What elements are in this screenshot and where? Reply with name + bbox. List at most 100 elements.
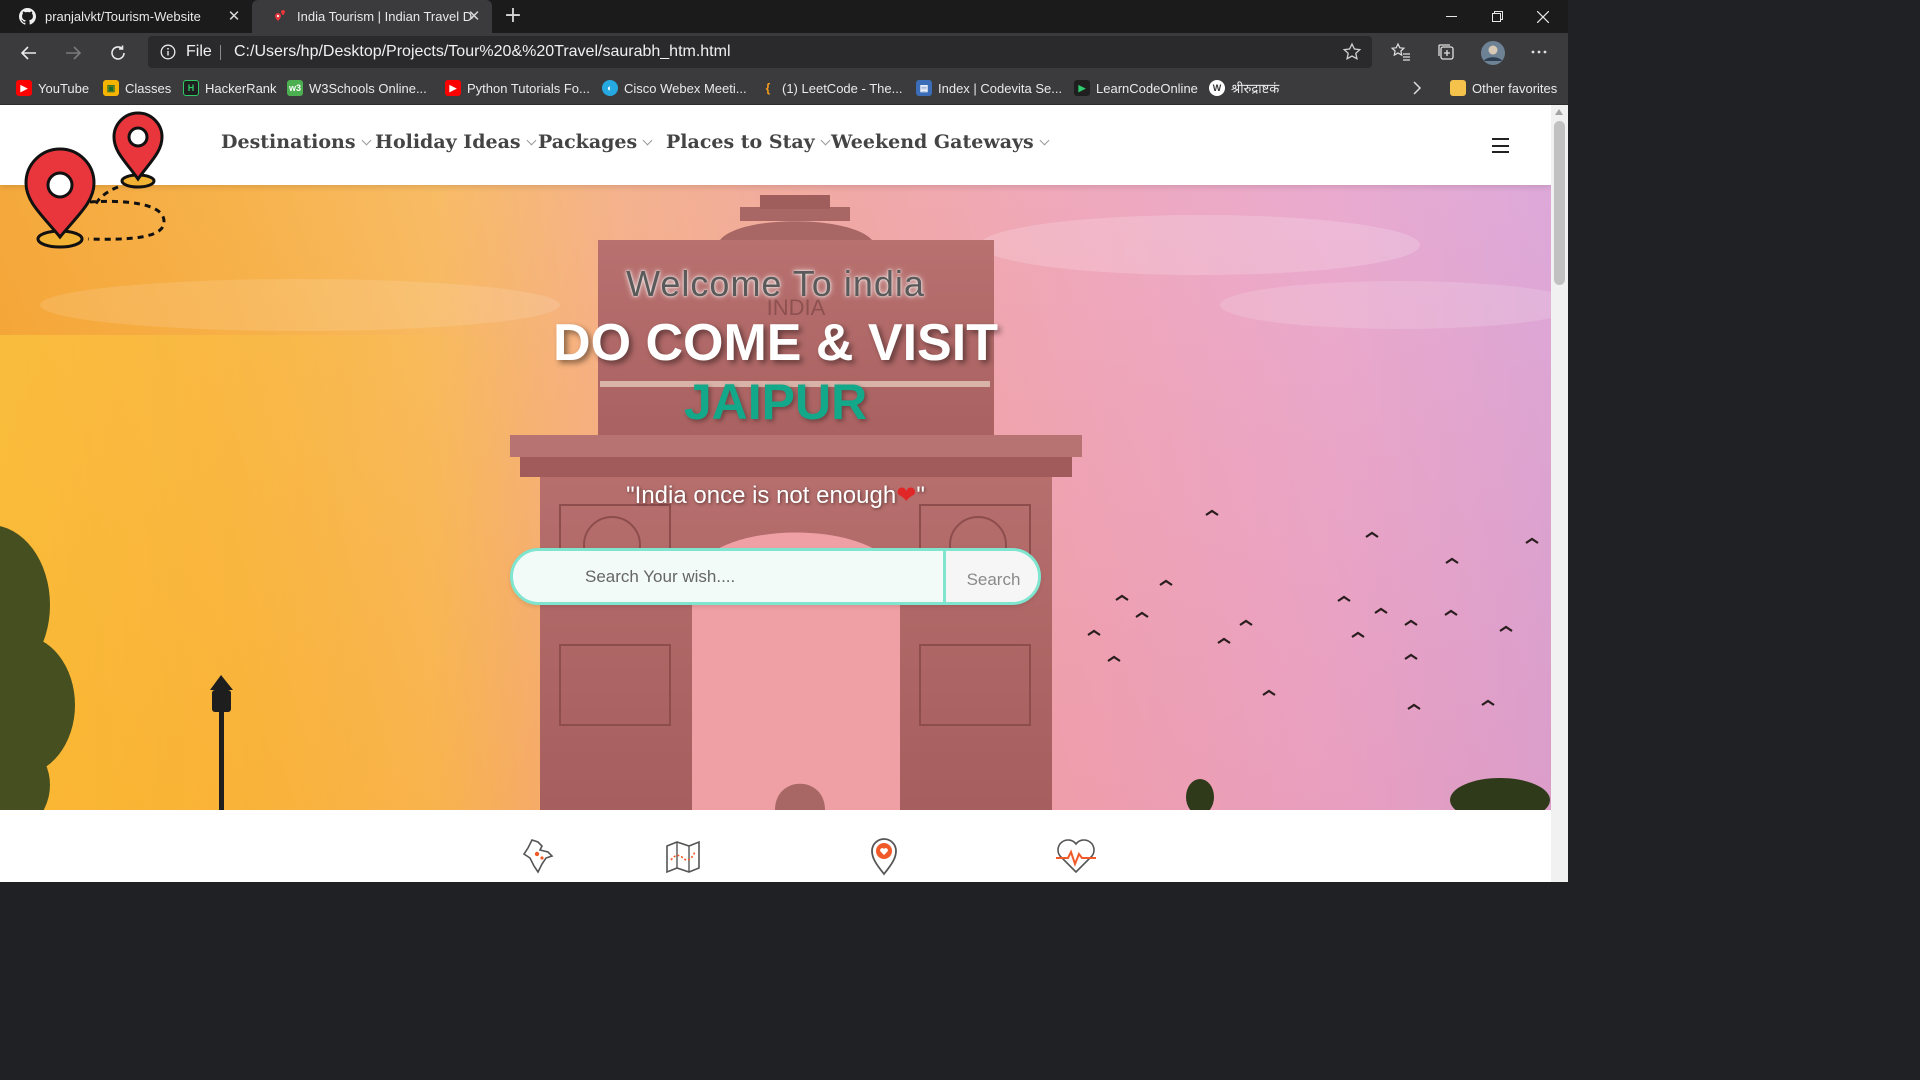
hero-quote: "India once is not enough❤" <box>0 481 1551 510</box>
bookmark-label: LearnCodeOnline <box>1096 80 1198 96</box>
webex-icon: ◐ <box>602 80 618 96</box>
chevron-down-icon <box>820 135 831 145</box>
back-icon[interactable] <box>14 38 44 68</box>
classroom-icon: ▣ <box>103 80 119 96</box>
w3schools-icon: w3 <box>287 80 303 96</box>
hero-city: JAIPUR <box>683 374 868 430</box>
add-favorite-icon[interactable] <box>1342 42 1362 62</box>
bookmark-label: Cisco Webex Meeti... <box>624 80 747 96</box>
hackerrank-icon: H <box>183 80 199 96</box>
youtube-icon: ▶ <box>16 80 32 96</box>
chevron-down-icon <box>642 135 653 145</box>
leetcode-icon: { <box>765 81 771 95</box>
nav-packages[interactable]: Packages <box>538 131 653 153</box>
minimize-icon[interactable] <box>1428 0 1474 33</box>
search-input[interactable] <box>513 551 943 602</box>
more-options-icon[interactable] <box>1528 41 1550 63</box>
scheme-label: File <box>186 43 212 60</box>
folder-icon <box>1450 80 1466 96</box>
bookmark-label: Other favorites <box>1472 80 1558 96</box>
bookmark-label: W3Schools Online... <box>309 80 427 96</box>
site-navbar: Destinations Holiday Ideas Packages Plac… <box>0 105 1551 185</box>
new-tab-icon[interactable]: + <box>500 3 526 29</box>
tab-strip: pranjalvkt/Tourism-Website ✕ India Touri… <box>0 0 1568 33</box>
bookmark-label: YouTube <box>38 80 90 96</box>
india-map-icon[interactable] <box>518 836 562 876</box>
bookmark-python-tutorials[interactable]: ▶ Python Tutorials Fo... <box>445 78 590 98</box>
bookmark-learncodeonline[interactable]: ▶ LearnCodeOnline <box>1074 78 1198 98</box>
map-pin-icon <box>270 8 288 26</box>
bookmark-youtube[interactable]: ▶ YouTube <box>16 78 89 98</box>
learncodeonline-icon: ▶ <box>1074 80 1090 96</box>
info-icon[interactable] <box>160 44 176 60</box>
feature-icons-strip <box>0 810 1551 882</box>
bookmarks-bar: ▶ YouTube ▣ Classes H HackerRank w3 W3Sc… <box>0 72 1568 105</box>
bookmark-classes[interactable]: ▣ Classes <box>103 78 171 98</box>
bookmark-label: श्रीरुद्राष्टकं <box>1231 82 1280 97</box>
scroll-up-arrow-icon[interactable] <box>1555 109 1563 115</box>
browser-toolbar: File C:/Users/hp/Desktop/Projects/Tour%2… <box>0 33 1568 72</box>
profile-avatar-icon[interactable] <box>1480 40 1506 66</box>
bookmark-label: (1) LeetCode - The... <box>782 80 903 96</box>
quote-text: "India once is not enough <box>626 482 897 509</box>
collections-icon[interactable] <box>1435 41 1457 63</box>
bookmark-hackerrank[interactable]: H HackerRank <box>183 78 277 98</box>
bookmark-codevita[interactable]: ▤ Index | Codevita Se... <box>916 78 1062 98</box>
hero-title: DO COME & VISIT <box>553 314 998 372</box>
search-button[interactable]: Search <box>943 551 1038 602</box>
nav-label: Destinations <box>221 131 356 153</box>
bookmark-label: Python Tutorials Fo... <box>467 80 590 96</box>
forward-icon[interactable] <box>58 38 88 68</box>
heart-icon: ❤ <box>896 481 917 509</box>
nav-places-to-stay[interactable]: Places to Stay <box>666 131 831 153</box>
chevron-down-icon <box>1039 135 1050 145</box>
site-logo[interactable] <box>20 107 170 253</box>
url-text[interactable]: C:/Users/hp/Desktop/Projects/Tour%20&%20… <box>234 43 731 61</box>
other-favorites[interactable]: Other favorites <box>1450 78 1557 98</box>
tab-title: India Tourism | Indian Travel Dest <box>297 9 473 24</box>
tab-title: pranjalvkt/Tourism-Website <box>45 9 201 24</box>
hero-welcome-text: Welcome To india <box>626 263 925 304</box>
nav-holiday-ideas[interactable]: Holiday Ideas <box>375 131 537 153</box>
location-heart-icon[interactable] <box>864 836 908 876</box>
divider <box>220 45 221 60</box>
tab-github[interactable]: pranjalvkt/Tourism-Website ✕ <box>0 0 252 33</box>
nav-label: Holiday Ideas <box>375 131 521 153</box>
scrollbar-thumb[interactable] <box>1554 121 1565 285</box>
bookmark-leetcode[interactable]: { (1) LeetCode - The... <box>760 78 903 98</box>
github-icon <box>18 8 36 26</box>
search-box: Search <box>510 548 1041 605</box>
restore-icon[interactable] <box>1474 0 1520 33</box>
wordpress-icon: W <box>1209 80 1225 96</box>
page-viewport: Destinations Holiday Ideas Packages Plac… <box>0 105 1551 882</box>
nav-label: Weekend Gateways <box>831 131 1034 153</box>
bookmarks-overflow-icon[interactable] <box>1412 78 1422 98</box>
tab-india-tourism[interactable]: India Tourism | Indian Travel Dest ✕ <box>252 0 492 33</box>
folded-map-icon[interactable] <box>663 836 707 876</box>
close-tab-icon[interactable]: ✕ <box>466 8 482 24</box>
favorites-icon[interactable] <box>1390 41 1412 63</box>
close-tab-icon[interactable]: ✕ <box>226 8 242 24</box>
nav-label: Packages <box>538 131 638 153</box>
youtube-icon: ▶ <box>445 80 461 96</box>
address-bar[interactable]: File C:/Users/hp/Desktop/Projects/Tour%2… <box>148 36 1372 68</box>
bookmark-webex[interactable]: ◐ Cisco Webex Meeti... <box>602 78 747 98</box>
bookmark-w3schools[interactable]: w3 W3Schools Online... <box>287 78 427 98</box>
chevron-down-icon <box>361 135 372 145</box>
bookmark-label: HackerRank <box>205 80 277 96</box>
nav-weekend-gateways[interactable]: Weekend Gateways <box>831 131 1050 153</box>
reload-icon[interactable] <box>103 38 133 68</box>
hamburger-menu-icon[interactable] <box>1492 138 1509 153</box>
chevron-down-icon <box>526 135 537 145</box>
bookmark-label: Classes <box>125 80 172 96</box>
close-window-icon[interactable] <box>1520 0 1566 33</box>
codevita-icon: ▤ <box>916 80 932 96</box>
bookmark-rudrashtakam[interactable]: W श्रीरुद्राष्टकं <box>1209 78 1279 98</box>
nav-label: Places to Stay <box>666 131 815 153</box>
page-scrollbar[interactable] <box>1551 105 1568 882</box>
nav-destinations[interactable]: Destinations <box>221 131 372 153</box>
quote-end: " <box>916 482 925 509</box>
heartbeat-icon[interactable] <box>1054 836 1098 876</box>
bookmark-label: Index | Codevita Se... <box>938 80 1063 96</box>
hero-banner: INDIA Welcome To india DO COME & VISIT J… <box>0 185 1551 810</box>
